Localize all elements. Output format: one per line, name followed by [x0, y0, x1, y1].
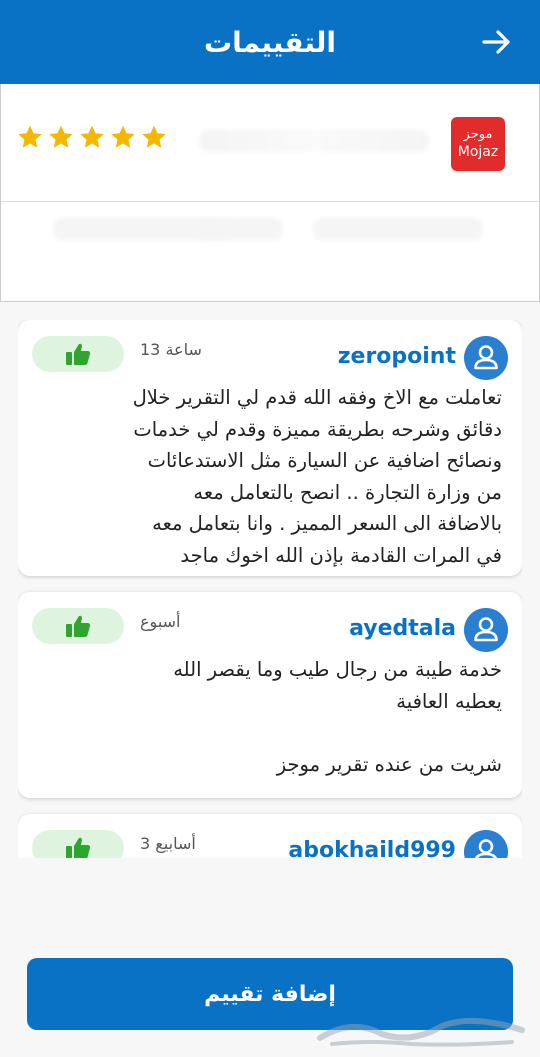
star-icon — [80, 125, 104, 148]
review-card: abokhaild999 3 أسابيع — [18, 814, 522, 858]
like-button[interactable] — [32, 608, 124, 644]
header-bar: التقييمات — [0, 0, 540, 84]
blurred-product-name — [199, 130, 429, 152]
review-card: ayedtala أسبوع خدمة طيبة من رجال طيب وما… — [18, 592, 522, 798]
rating-stars — [17, 124, 167, 150]
product-summary-card: موجز Mojaz — [0, 84, 540, 302]
blurred-meta-1 — [313, 218, 483, 240]
watermark-logo — [317, 1017, 525, 1047]
user-avatar-icon — [464, 608, 508, 652]
review-username[interactable]: zeropoint — [338, 344, 456, 369]
review-time: 3 أسابيع — [140, 834, 196, 853]
like-button[interactable] — [32, 830, 124, 858]
user-avatar-icon — [464, 830, 508, 858]
thumbs-up-icon — [66, 837, 91, 858]
thumbs-up-icon — [66, 615, 91, 637]
reviews-list[interactable]: zeropoint 13 ساعة تعاملت مع الاخ وفقه ال… — [18, 320, 522, 858]
review-text: تعاملت مع الاخ وفقه الله قدم لي التقرير … — [132, 386, 502, 567]
page-title: التقييمات — [204, 25, 336, 59]
blurred-meta-3 — [53, 218, 233, 240]
review-time: 13 ساعة — [140, 340, 202, 359]
product-row[interactable]: موجز Mojaz — [1, 84, 539, 202]
user-avatar-icon — [464, 336, 508, 380]
back-arrow-icon[interactable] — [480, 26, 512, 58]
logo-arabic-text: موجز — [463, 127, 493, 142]
review-card: zeropoint 13 ساعة تعاملت مع الاخ وفقه ال… — [18, 320, 522, 576]
thumbs-up-icon — [66, 343, 91, 365]
review-time: أسبوع — [140, 612, 181, 631]
star-icon — [18, 125, 42, 148]
star-icon — [49, 125, 73, 148]
logo-english-text: Mojaz — [457, 144, 499, 160]
review-text: خدمة طيبة من رجال طيب وما يقصر الله يعطي… — [173, 658, 502, 776]
product-logo: موجز Mojaz — [451, 117, 505, 171]
star-icon — [142, 125, 166, 148]
review-username[interactable]: ayedtala — [349, 616, 456, 641]
like-button[interactable] — [32, 336, 124, 372]
star-icon — [111, 125, 135, 148]
review-username[interactable]: abokhaild999 — [288, 838, 456, 858]
